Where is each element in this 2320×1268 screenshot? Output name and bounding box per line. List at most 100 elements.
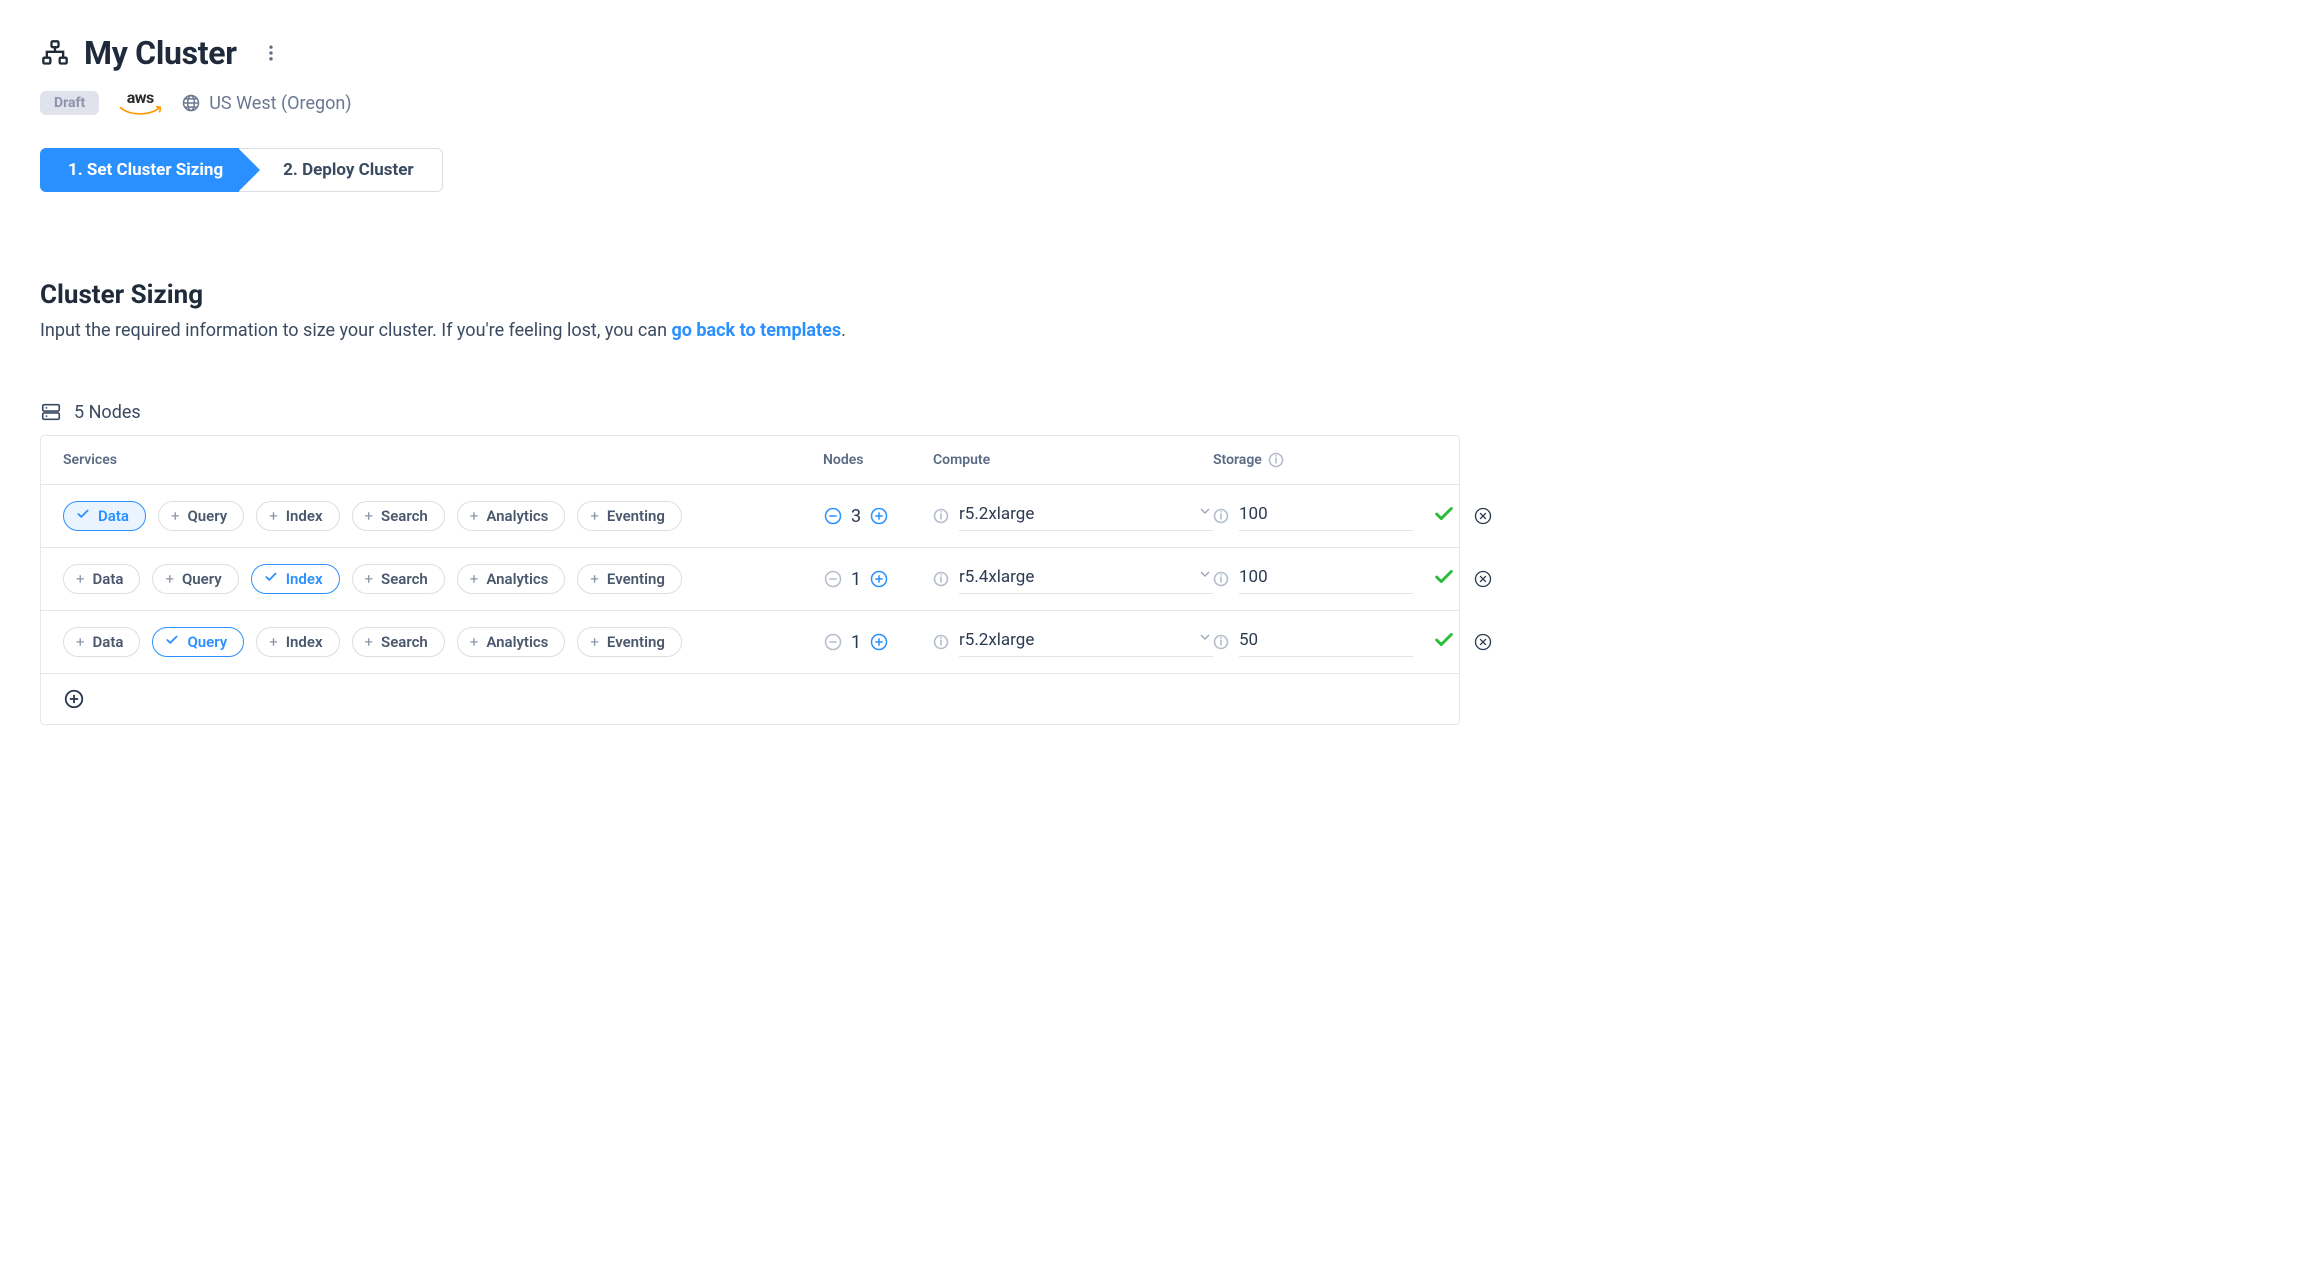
service-pill-search[interactable]: + Search	[352, 564, 445, 594]
svg-text:i: i	[1220, 636, 1223, 649]
nodes-cell: 1	[823, 569, 933, 590]
th-nodes: Nodes	[823, 452, 933, 468]
service-pill-query[interactable]: Query	[152, 627, 244, 657]
step-set-cluster-sizing[interactable]: 1. Set Cluster Sizing	[40, 148, 239, 192]
plus-icon: +	[590, 570, 599, 588]
row-actions	[1413, 503, 1493, 529]
sizing-table: Services Nodes Compute Storage i Data+Qu…	[40, 435, 1460, 725]
th-storage-text: Storage	[1213, 452, 1262, 468]
info-icon[interactable]: i	[933, 571, 949, 587]
service-pill-label: Data	[98, 507, 129, 525]
service-pill-eventing[interactable]: +Eventing	[577, 501, 682, 531]
svg-text:i: i	[1220, 573, 1223, 586]
service-pill-analytics[interactable]: +Analytics	[457, 564, 566, 594]
compute-select[interactable]: r5.4xlarge	[959, 564, 1213, 594]
service-pill-label: Query	[187, 633, 227, 651]
plus-icon: +	[365, 507, 374, 525]
chevron-down-icon	[1197, 503, 1213, 524]
nodes-increment-button[interactable]	[869, 506, 889, 526]
plus-icon: +	[76, 570, 85, 588]
svg-text:i: i	[1220, 510, 1223, 523]
service-pill-label: Data	[93, 570, 124, 588]
plus-icon: +	[76, 633, 85, 651]
service-pill-search[interactable]: + Search	[352, 627, 445, 657]
info-icon[interactable]: i	[1213, 634, 1229, 650]
compute-cell: i r5.4xlarge	[933, 564, 1213, 594]
nodes-count-label: 5 Nodes	[74, 402, 141, 423]
storage-cell: i 100	[1213, 565, 1413, 594]
cluster-icon	[40, 38, 70, 68]
service-pill-label: Analytics	[486, 633, 548, 651]
storage-input[interactable]: 100	[1239, 502, 1413, 531]
step-label: 2. Deploy Cluster	[283, 160, 414, 180]
service-pill-index[interactable]: Index	[251, 564, 340, 594]
status-ok-icon	[1433, 629, 1455, 655]
storage-input[interactable]: 50	[1239, 628, 1413, 657]
service-pill-label: Query	[182, 570, 222, 588]
service-pill-index[interactable]: + Index	[256, 627, 339, 657]
service-pill-search[interactable]: +Search	[352, 501, 445, 531]
server-icon	[40, 401, 62, 423]
plus-icon: +	[365, 633, 374, 651]
services-cell: +Data+QueryIndex+Search+Analytics+Eventi…	[63, 564, 823, 594]
service-pill-analytics[interactable]: +Analytics	[457, 627, 566, 657]
info-icon[interactable]: i	[1213, 508, 1229, 524]
compute-value: r5.2xlarge	[959, 630, 1034, 650]
chevron-down-icon	[1197, 629, 1213, 650]
nodes-increment-button[interactable]	[869, 632, 889, 652]
remove-row-button[interactable]	[1473, 632, 1493, 652]
service-pill-label: Search	[381, 633, 428, 651]
service-pill-label: Analytics	[486, 570, 548, 588]
templates-link[interactable]: go back to templates	[671, 320, 841, 341]
service-pill-label: Analytics	[486, 507, 548, 525]
row-actions	[1413, 629, 1493, 655]
service-pill-data[interactable]: Data	[63, 501, 146, 531]
provider-logo-aws: aws	[119, 90, 161, 116]
info-icon[interactable]: i	[1213, 571, 1229, 587]
compute-cell: i r5.2xlarge	[933, 501, 1213, 531]
info-icon[interactable]: i	[933, 634, 949, 650]
th-compute: Compute	[933, 452, 1213, 468]
nodes-increment-button[interactable]	[869, 569, 889, 589]
status-badge: Draft	[40, 91, 99, 115]
info-icon[interactable]: i	[933, 508, 949, 524]
service-pill-label: Search	[381, 570, 428, 588]
remove-row-button[interactable]	[1473, 569, 1493, 589]
plus-icon: +	[590, 633, 599, 651]
step-deploy-cluster[interactable]: 2. Deploy Cluster	[239, 148, 443, 192]
remove-row-button[interactable]	[1473, 506, 1493, 526]
service-pill-eventing[interactable]: +Eventing	[577, 627, 682, 657]
plus-icon: +	[365, 570, 374, 588]
compute-select[interactable]: r5.2xlarge	[959, 501, 1213, 531]
service-pill-label: Index	[286, 570, 323, 588]
nodes-decrement-button[interactable]	[823, 506, 843, 526]
compute-value: r5.2xlarge	[959, 504, 1034, 524]
storage-input[interactable]: 100	[1239, 565, 1413, 594]
info-icon[interactable]: i	[1268, 452, 1284, 468]
svg-text:i: i	[940, 510, 943, 523]
service-pill-analytics[interactable]: +Analytics	[457, 501, 566, 531]
table-row: +Data+QueryIndex+Search+Analytics+Eventi…	[41, 548, 1459, 611]
service-pill-data[interactable]: +Data	[63, 627, 140, 657]
th-storage: Storage i	[1213, 452, 1413, 468]
more-options-button[interactable]	[255, 37, 287, 69]
compute-cell: i r5.2xlarge	[933, 627, 1213, 657]
add-row-button[interactable]	[63, 688, 85, 710]
service-pill-eventing[interactable]: +Eventing	[577, 564, 682, 594]
globe-icon	[181, 93, 201, 113]
chevron-down-icon	[1197, 566, 1213, 587]
storage-cell: i 50	[1213, 628, 1413, 657]
check-icon	[76, 507, 90, 525]
compute-select[interactable]: r5.2xlarge	[959, 627, 1213, 657]
subtitle-suffix: .	[841, 320, 846, 341]
service-pill-query[interactable]: +Query	[158, 501, 244, 531]
service-pill-query[interactable]: +Query	[152, 564, 238, 594]
plus-icon: +	[171, 507, 180, 525]
service-pill-label: Index	[286, 633, 323, 651]
step-label: 1. Set Cluster Sizing	[68, 160, 223, 180]
row-actions	[1413, 566, 1493, 592]
plus-icon: +	[269, 633, 278, 651]
service-pill-index[interactable]: +Index	[256, 501, 339, 531]
service-pill-data[interactable]: + Data	[63, 564, 140, 594]
provider-text: aws	[127, 90, 154, 106]
